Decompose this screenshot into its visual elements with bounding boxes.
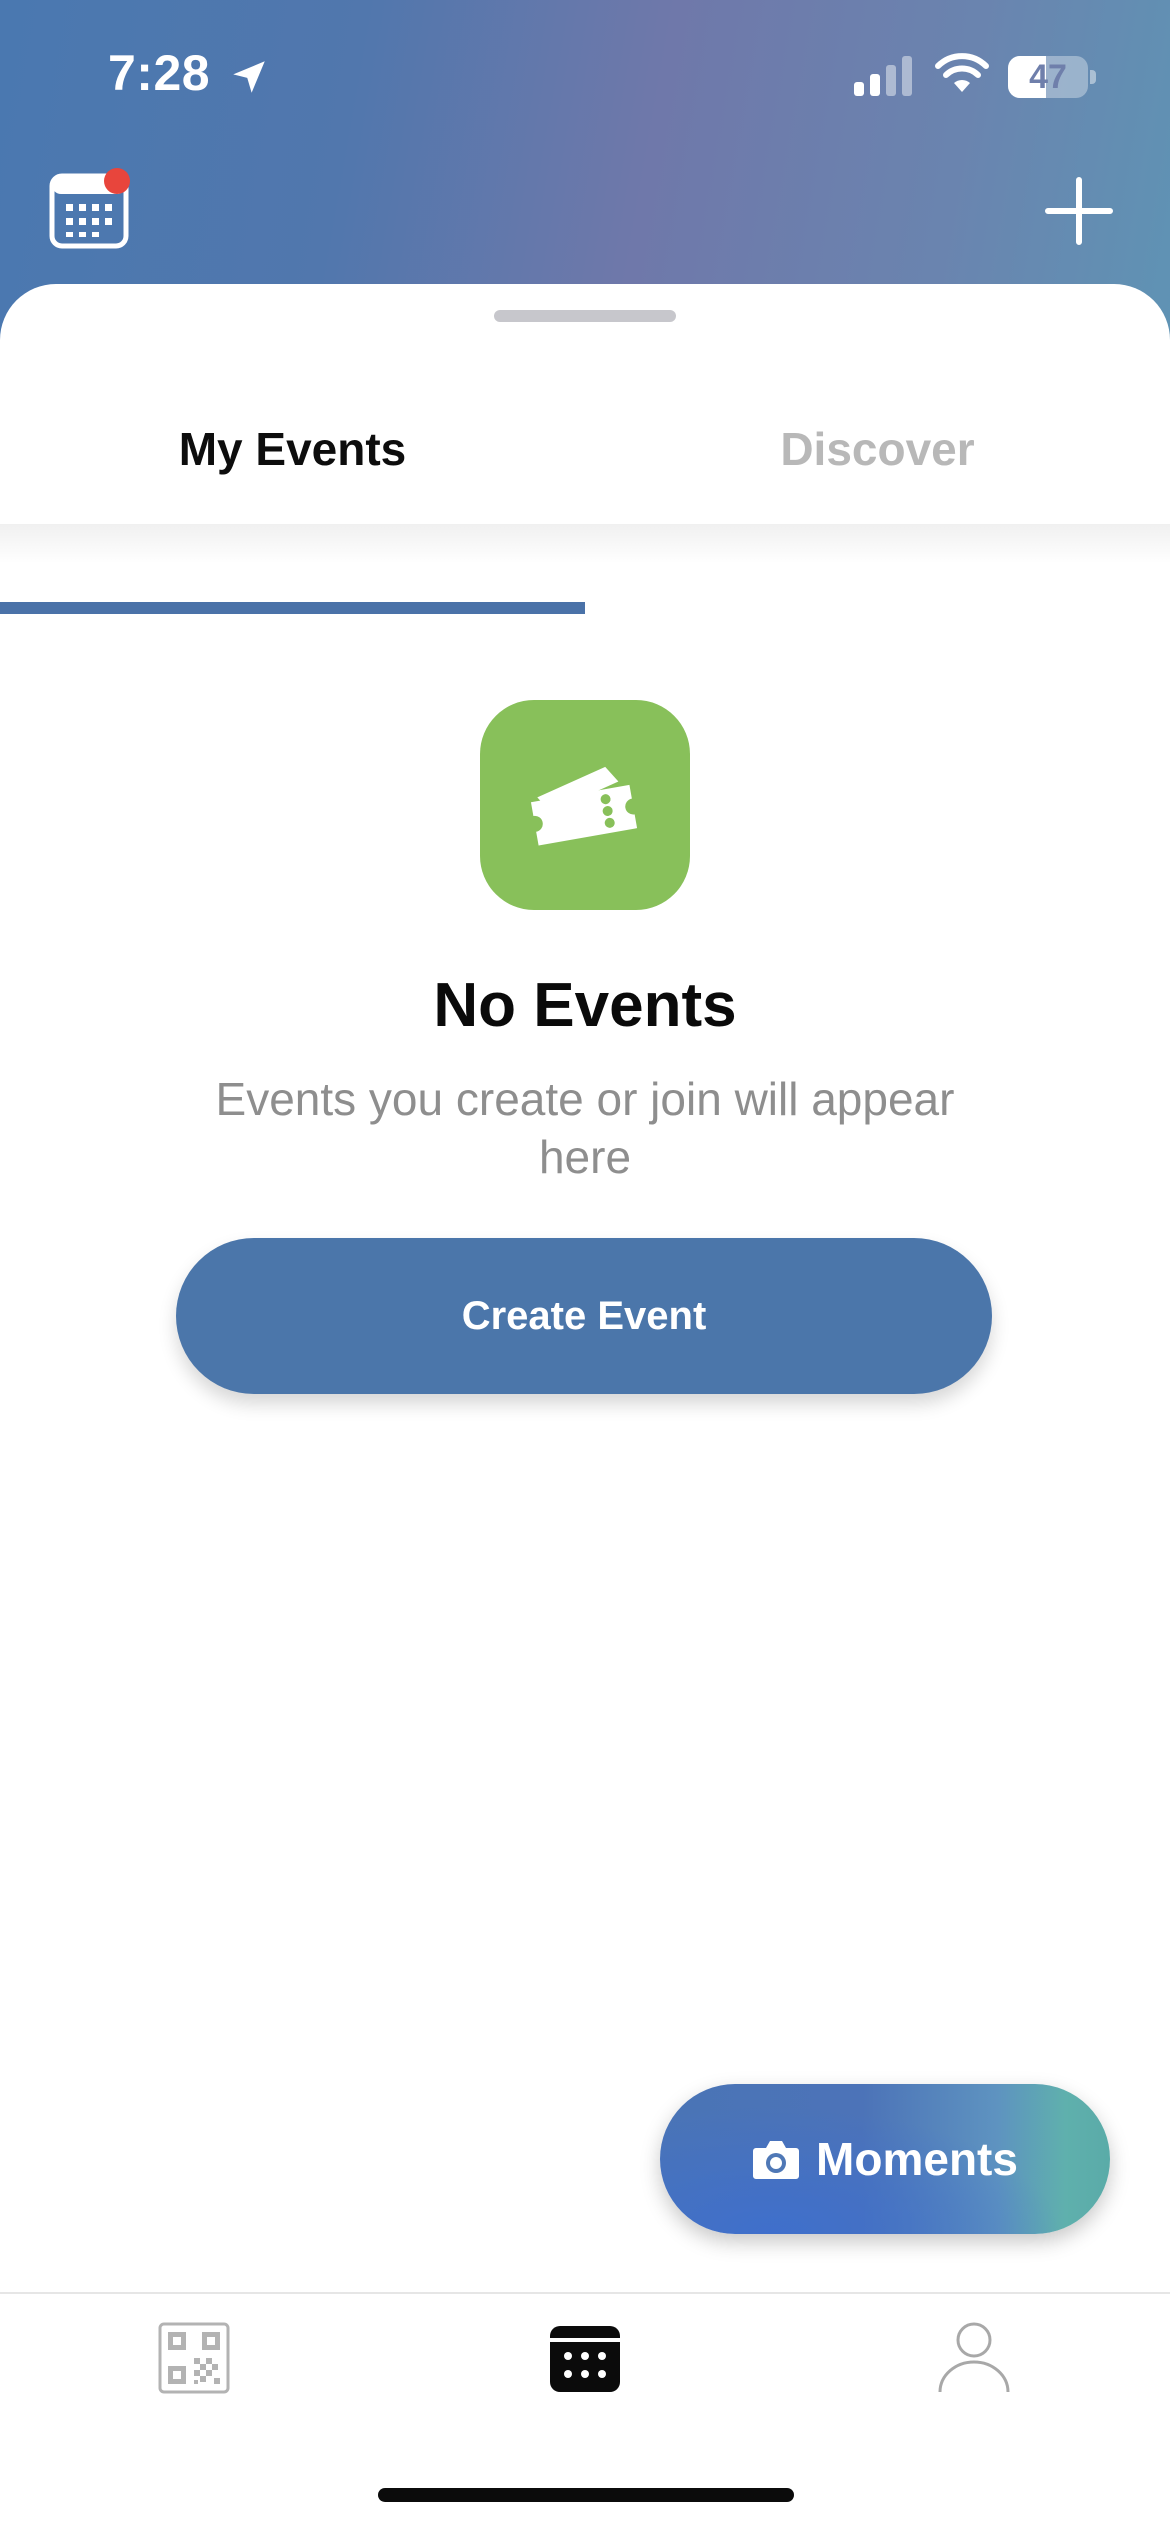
status-bar: 7:28 47 (0, 0, 1170, 150)
profile-icon[interactable] (936, 2318, 1012, 2394)
battery-cap (1090, 70, 1096, 84)
wifi-icon (935, 53, 989, 92)
ticket-icon (530, 766, 638, 846)
events-icon[interactable] (548, 2320, 622, 2394)
location-arrow-icon (233, 61, 265, 93)
segment-tabs: My Events Discover (0, 374, 1170, 614)
moments-content: Moments (752, 2132, 1018, 2186)
events-screen: 7:28 47 My Events Discover No Events Eve… (0, 0, 1170, 2532)
tab-discover[interactable]: Discover (585, 374, 1170, 524)
cellular-signal-icon (854, 56, 912, 96)
notification-badge (104, 168, 130, 194)
moments-button[interactable]: Moments (660, 2084, 1110, 2234)
tab-my-events[interactable]: My Events (0, 374, 585, 524)
battery-icon: 47 (1008, 56, 1088, 98)
status-time: 7:28 (108, 45, 211, 101)
empty-state-icon-tile (480, 700, 690, 910)
tabs-shadow (0, 524, 1170, 564)
sheet-grabber[interactable] (494, 310, 676, 322)
battery-level: 47 (1029, 57, 1067, 96)
home-indicator (378, 2488, 794, 2502)
create-event-button[interactable]: Create Event (176, 1238, 992, 1394)
active-tab-indicator (0, 602, 585, 614)
empty-state-title: No Events (433, 971, 737, 1040)
empty-state-subtitle: Events you create or join will appear he… (215, 1073, 955, 1183)
plus-icon[interactable] (1044, 176, 1114, 246)
qr-code-icon[interactable] (158, 2322, 230, 2394)
moments-label: Moments (816, 2133, 1018, 2185)
camera-icon (753, 2141, 800, 2179)
